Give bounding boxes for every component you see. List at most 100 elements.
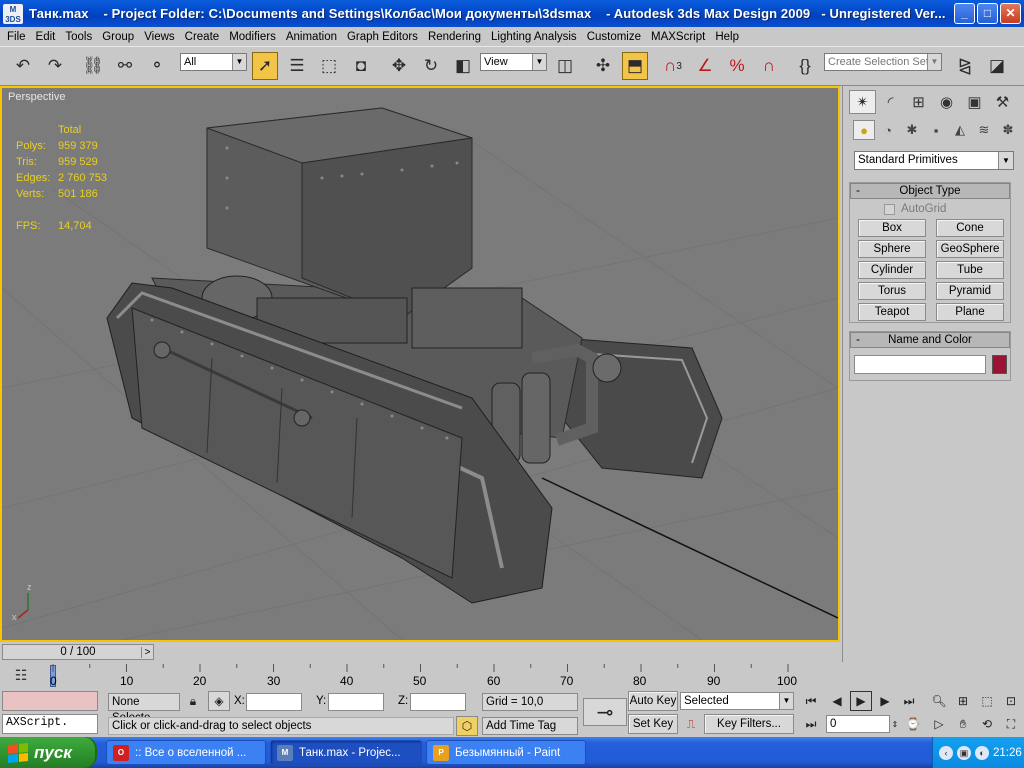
align-icon[interactable]: ◪: [984, 52, 1010, 80]
mirror-icon[interactable]: ⧎: [952, 52, 978, 80]
auto-key-button[interactable]: Auto Key: [628, 691, 678, 711]
taskbar-item-3dsmax[interactable]: M Танк.max - Projec...: [270, 740, 422, 765]
taskbar-item-browser[interactable]: O :: Все о вселенной ...: [106, 740, 266, 765]
primitive-category-dropdown[interactable]: Standard Primitives ▼: [854, 151, 1014, 170]
maxscript-mini-listener[interactable]: AXScript.: [2, 714, 98, 734]
cylinder-button[interactable]: Cylinder: [858, 261, 926, 279]
current-frame-field[interactable]: 0: [826, 715, 890, 733]
percent-snap-icon[interactable]: %: [724, 52, 750, 80]
hierarchy-tab-icon[interactable]: ⊞: [905, 90, 932, 114]
modify-tab-icon[interactable]: ◜: [877, 90, 904, 114]
select-and-scale-icon[interactable]: ◧: [450, 52, 476, 80]
menu-lighting-analysis[interactable]: Lighting Analysis: [486, 31, 582, 43]
next-frame-arrow[interactable]: >: [141, 646, 153, 658]
viewport-label[interactable]: Perspective: [8, 91, 65, 103]
y-coordinate-field[interactable]: [328, 693, 384, 711]
zoom-all-icon[interactable]: ⊞: [952, 691, 974, 711]
select-and-manipulate-icon[interactable]: ✣: [590, 52, 616, 80]
cone-button[interactable]: Cone: [936, 219, 1004, 237]
menu-group[interactable]: Group: [97, 31, 139, 43]
maximize-button[interactable]: □: [977, 3, 998, 24]
autogrid-checkbox[interactable]: [884, 203, 895, 215]
create-tab-icon[interactable]: ✴: [849, 90, 876, 114]
keyboard-shortcut-override-icon[interactable]: ⬒: [622, 52, 648, 80]
key-filters-button[interactable]: Key Filters...: [704, 714, 794, 734]
angle-snap-icon[interactable]: ∠: [692, 52, 718, 80]
go-to-end-icon[interactable]: ⏭︎: [898, 691, 920, 711]
next-frame-icon[interactable]: ▶︎: [874, 691, 896, 711]
tray-network-icon[interactable]: ▣: [957, 745, 971, 760]
menu-help[interactable]: Help: [710, 31, 744, 43]
tray-arrow-icon[interactable]: ‹: [939, 745, 953, 760]
sphere-button[interactable]: Sphere: [858, 240, 926, 258]
select-and-rotate-icon[interactable]: ↻: [418, 52, 444, 80]
spinner-snap-icon[interactable]: ∩: [756, 52, 782, 80]
unlink-icon[interactable]: ⚯: [112, 52, 138, 80]
menu-tools[interactable]: Tools: [60, 31, 97, 43]
set-key-icon[interactable]: ⊸: [583, 698, 627, 726]
tank-model-render[interactable]: [2, 88, 838, 640]
pivot-center-icon[interactable]: ◫: [552, 52, 578, 80]
minimize-button[interactable]: _: [954, 3, 975, 24]
lights-icon[interactable]: ✱: [901, 120, 923, 140]
previous-frame-icon[interactable]: ◀︎: [826, 691, 848, 711]
autogrid-control[interactable]: AutoGrid: [884, 203, 946, 215]
time-tag-icon[interactable]: ⬡: [456, 716, 478, 736]
zoom-extents-icon[interactable]: ⬚: [976, 691, 998, 711]
torus-button[interactable]: Torus: [858, 282, 926, 300]
name-and-color-header[interactable]: - Name and Color: [850, 332, 1010, 348]
select-object-icon[interactable]: ➚: [252, 52, 278, 80]
add-time-tag-field[interactable]: Add Time Tag: [482, 717, 578, 735]
tube-button[interactable]: Tube: [936, 261, 1004, 279]
teapot-button[interactable]: Teapot: [858, 303, 926, 321]
select-and-move-icon[interactable]: ✥: [386, 52, 412, 80]
key-tangent-icon[interactable]: ⎍: [680, 714, 702, 734]
taskbar-item-paint[interactable]: P Безымянный - Paint: [426, 740, 586, 765]
menu-modifiers[interactable]: Modifiers: [224, 31, 281, 43]
shapes-icon[interactable]: ◔: [877, 120, 899, 140]
perspective-viewport[interactable]: Perspective Total Polys: 959 379 Tris: 959…: [0, 86, 840, 642]
menu-animation[interactable]: Animation: [281, 31, 342, 43]
menu-rendering[interactable]: Rendering: [423, 31, 486, 43]
edit-named-selection-icon[interactable]: {}: [792, 52, 818, 80]
frame-spinner-icon[interactable]: ⇕: [888, 714, 902, 734]
absolute-mode-transform-icon[interactable]: ◈: [208, 691, 230, 711]
time-configuration-icon[interactable]: ⌚: [902, 714, 924, 734]
motion-tab-icon[interactable]: ◉: [933, 90, 960, 114]
maxscript-listener-top[interactable]: [2, 691, 98, 711]
bind-to-space-warp-icon[interactable]: ⚬: [144, 52, 170, 80]
zoom-icon[interactable]: 🔍︎: [928, 691, 950, 711]
start-button[interactable]: пуск: [0, 737, 97, 768]
arc-rotate-icon[interactable]: ⟲: [976, 714, 998, 734]
geometry-icon[interactable]: ●: [853, 120, 875, 140]
snaps-toggle-icon[interactable]: ∩ 3: [660, 52, 686, 80]
go-to-start-icon[interactable]: ⏮︎: [800, 691, 822, 711]
z-coordinate-field[interactable]: [410, 693, 466, 711]
menu-create[interactable]: Create: [180, 31, 225, 43]
display-tab-icon[interactable]: ▣: [961, 90, 988, 114]
key-mode-dropdown[interactable]: Selected ▼: [680, 692, 794, 710]
reference-coordinate-dropdown[interactable]: View ▼: [480, 53, 547, 71]
pan-view-icon[interactable]: ✋︎: [952, 714, 974, 734]
helpers-icon[interactable]: ◭: [949, 120, 971, 140]
named-selection-set-dropdown[interactable]: Create Selection Set ▼: [824, 53, 942, 71]
window-crossing-icon[interactable]: ◘: [348, 52, 374, 80]
key-mode-toggle-icon[interactable]: ⏭︎: [800, 714, 822, 734]
space-warps-icon[interactable]: ≋: [973, 120, 995, 140]
tray-volume-icon[interactable]: ◐: [975, 745, 989, 760]
play-icon[interactable]: ▶︎: [850, 691, 872, 711]
menu-customize[interactable]: Customize: [582, 31, 646, 43]
maximize-viewport-icon[interactable]: ⛶: [1000, 714, 1022, 734]
title-bar[interactable]: M 3DS Танк.max - Project Folder: C:\Docu…: [0, 0, 1024, 27]
object-name-field[interactable]: [854, 355, 986, 374]
menu-graph-editors[interactable]: Graph Editors: [342, 31, 423, 43]
pyramid-button[interactable]: Pyramid: [936, 282, 1004, 300]
menu-file[interactable]: File: [2, 31, 31, 43]
rectangular-selection-icon[interactable]: ⬚: [316, 52, 342, 80]
plane-button[interactable]: Plane: [936, 303, 1004, 321]
utilities-tab-icon[interactable]: ⚒: [989, 90, 1016, 114]
selection-filter-dropdown[interactable]: All ▼: [180, 53, 247, 71]
set-key-button[interactable]: Set Key: [628, 714, 678, 734]
box-button[interactable]: Box: [858, 219, 926, 237]
systems-icon[interactable]: ✽: [997, 120, 1019, 140]
